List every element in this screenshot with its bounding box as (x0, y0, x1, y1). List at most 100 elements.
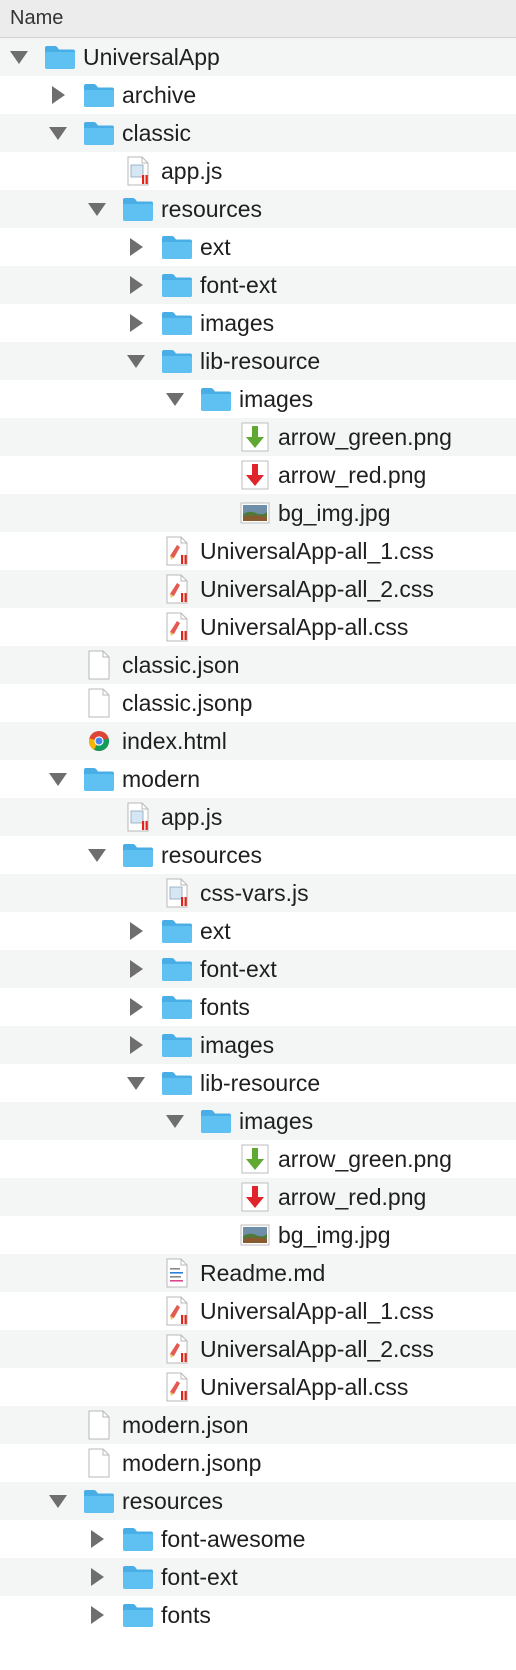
item-label: app.js (161, 804, 223, 830)
file-row-modern-json[interactable]: modern.json (0, 1406, 516, 1444)
file-row-universalapp-all-1-css[interactable]: UniversalApp-all_1.css (0, 532, 516, 570)
item-label: Readme.md (200, 1260, 326, 1286)
folder-row-lib-resource[interactable]: lib-resource (0, 1064, 516, 1102)
list-empty-area (0, 1634, 516, 1658)
file-row-readme-md[interactable]: Readme.md (0, 1254, 516, 1292)
file-row-universalapp-all-2-css[interactable]: UniversalApp-all_2.css (0, 1330, 516, 1368)
disclosure-triangle-expanded-icon[interactable] (47, 114, 69, 152)
file-row-css-vars-js[interactable]: css-vars.js (0, 874, 516, 912)
disclosure-triangle-expanded-icon[interactable] (86, 190, 108, 228)
file-row-bg-img-jpg[interactable]: bg_img.jpg (0, 1216, 516, 1254)
item-label: resources (161, 196, 262, 222)
photo-thumbnail-icon (239, 498, 271, 528)
chrome-html-icon (83, 726, 115, 756)
file-row-app-js[interactable]: app.js (0, 152, 516, 190)
file-row-universalapp-all-css[interactable]: UniversalApp-all.css (0, 1368, 516, 1406)
folder-row-fonts[interactable]: fonts (0, 988, 516, 1026)
disclosure-triangle-collapsed-icon[interactable] (125, 1026, 147, 1064)
file-row-bg-img-jpg[interactable]: bg_img.jpg (0, 494, 516, 532)
file-row-arrow-red-png[interactable]: arrow_red.png (0, 1178, 516, 1216)
file-row-classic-json[interactable]: classic.json (0, 646, 516, 684)
disclosure-triangle-collapsed-icon[interactable] (125, 304, 147, 342)
disclosure-triangle-expanded-icon[interactable] (47, 760, 69, 798)
item-label: app.js (161, 158, 223, 184)
folder-row-font-ext[interactable]: font-ext (0, 266, 516, 304)
file-row-universalapp-all-2-css[interactable]: UniversalApp-all_2.css (0, 570, 516, 608)
disclosure-triangle-expanded-icon[interactable] (8, 38, 30, 76)
disclosure-triangle-collapsed-icon[interactable] (125, 950, 147, 988)
item-label: arrow_green.png (278, 424, 452, 450)
folder-icon (161, 308, 193, 338)
folder-row-font-awesome[interactable]: font-awesome (0, 1520, 516, 1558)
folder-row-resources[interactable]: resources (0, 1482, 516, 1520)
disclosure-triangle-collapsed-icon[interactable] (125, 912, 147, 950)
folder-row-resources[interactable]: resources (0, 190, 516, 228)
item-label: modern.jsonp (122, 1450, 262, 1476)
folder-row-resources[interactable]: resources (0, 836, 516, 874)
item-label: UniversalApp-all_2.css (200, 1336, 434, 1362)
file-row-arrow-green-png[interactable]: arrow_green.png (0, 418, 516, 456)
disclosure-triangle-collapsed-icon[interactable] (86, 1520, 108, 1558)
folder-row-lib-resource[interactable]: lib-resource (0, 342, 516, 380)
item-label: arrow_green.png (278, 1146, 452, 1172)
item-label: bg_img.jpg (278, 1222, 391, 1248)
folder-icon (83, 118, 115, 148)
folder-row-font-ext[interactable]: font-ext (0, 950, 516, 988)
folder-row-ext[interactable]: ext (0, 912, 516, 950)
folder-row-archive[interactable]: archive (0, 76, 516, 114)
item-label: css-vars.js (200, 880, 309, 906)
folder-row-images[interactable]: images (0, 380, 516, 418)
item-label: UniversalApp-all.css (200, 614, 409, 640)
file-row-app-js[interactable]: app.js (0, 798, 516, 836)
file-row-modern-jsonp[interactable]: modern.jsonp (0, 1444, 516, 1482)
file-row-index-html[interactable]: index.html (0, 722, 516, 760)
item-label: font-awesome (161, 1526, 306, 1552)
folder-row-font-ext[interactable]: font-ext (0, 1558, 516, 1596)
file-row-universalapp-all-css[interactable]: UniversalApp-all.css (0, 608, 516, 646)
disclosure-triangle-collapsed-icon[interactable] (47, 76, 69, 114)
item-label: font-ext (161, 1564, 238, 1590)
disclosure-triangle-expanded-icon[interactable] (125, 342, 147, 380)
folder-icon (200, 384, 232, 414)
folder-icon (83, 764, 115, 794)
disclosure-triangle-expanded-icon[interactable] (164, 380, 186, 418)
name-column-header[interactable]: Name (0, 0, 516, 38)
file-row-classic-jsonp[interactable]: classic.jsonp (0, 684, 516, 722)
folder-row-classic[interactable]: classic (0, 114, 516, 152)
folder-icon (44, 42, 76, 72)
disclosure-triangle-collapsed-icon[interactable] (125, 228, 147, 266)
folder-row-images[interactable]: images (0, 1102, 516, 1140)
disclosure-triangle-collapsed-icon[interactable] (125, 266, 147, 304)
folder-icon (161, 232, 193, 262)
folder-row-modern[interactable]: modern (0, 760, 516, 798)
disclosure-triangle-collapsed-icon[interactable] (86, 1558, 108, 1596)
disclosure-triangle-expanded-icon[interactable] (86, 836, 108, 874)
folder-icon (122, 840, 154, 870)
folder-row-ext[interactable]: ext (0, 228, 516, 266)
folder-row-images[interactable]: images (0, 304, 516, 342)
disclosure-triangle-expanded-icon[interactable] (47, 1482, 69, 1520)
folder-row-images[interactable]: images (0, 1026, 516, 1064)
item-label: images (200, 310, 275, 336)
folder-row-universalapp[interactable]: UniversalApp (0, 38, 516, 76)
disclosure-triangle-collapsed-icon[interactable] (86, 1596, 108, 1634)
item-label: ext (200, 918, 231, 944)
disclosure-triangle-expanded-icon[interactable] (164, 1102, 186, 1140)
disclosure-triangle-expanded-icon[interactable] (125, 1064, 147, 1102)
css-file-icon (161, 536, 193, 566)
item-label: fonts (200, 994, 250, 1020)
item-label: UniversalApp-all_1.css (200, 1298, 434, 1324)
photo-thumbnail-icon (239, 1220, 271, 1250)
file-row-arrow-green-png[interactable]: arrow_green.png (0, 1140, 516, 1178)
file-row-arrow-red-png[interactable]: arrow_red.png (0, 456, 516, 494)
item-label: archive (122, 82, 197, 108)
item-label: font-ext (200, 272, 277, 298)
blank-document-icon (83, 688, 115, 718)
file-row-universalapp-all-1-css[interactable]: UniversalApp-all_1.css (0, 1292, 516, 1330)
finder-list-view: Name UniversalApp archive classic app.js… (0, 0, 516, 1670)
folder-icon (122, 1600, 154, 1630)
css-file-icon (161, 574, 193, 604)
js-file-icon (122, 802, 154, 832)
disclosure-triangle-collapsed-icon[interactable] (125, 988, 147, 1026)
folder-row-fonts[interactable]: fonts (0, 1596, 516, 1634)
